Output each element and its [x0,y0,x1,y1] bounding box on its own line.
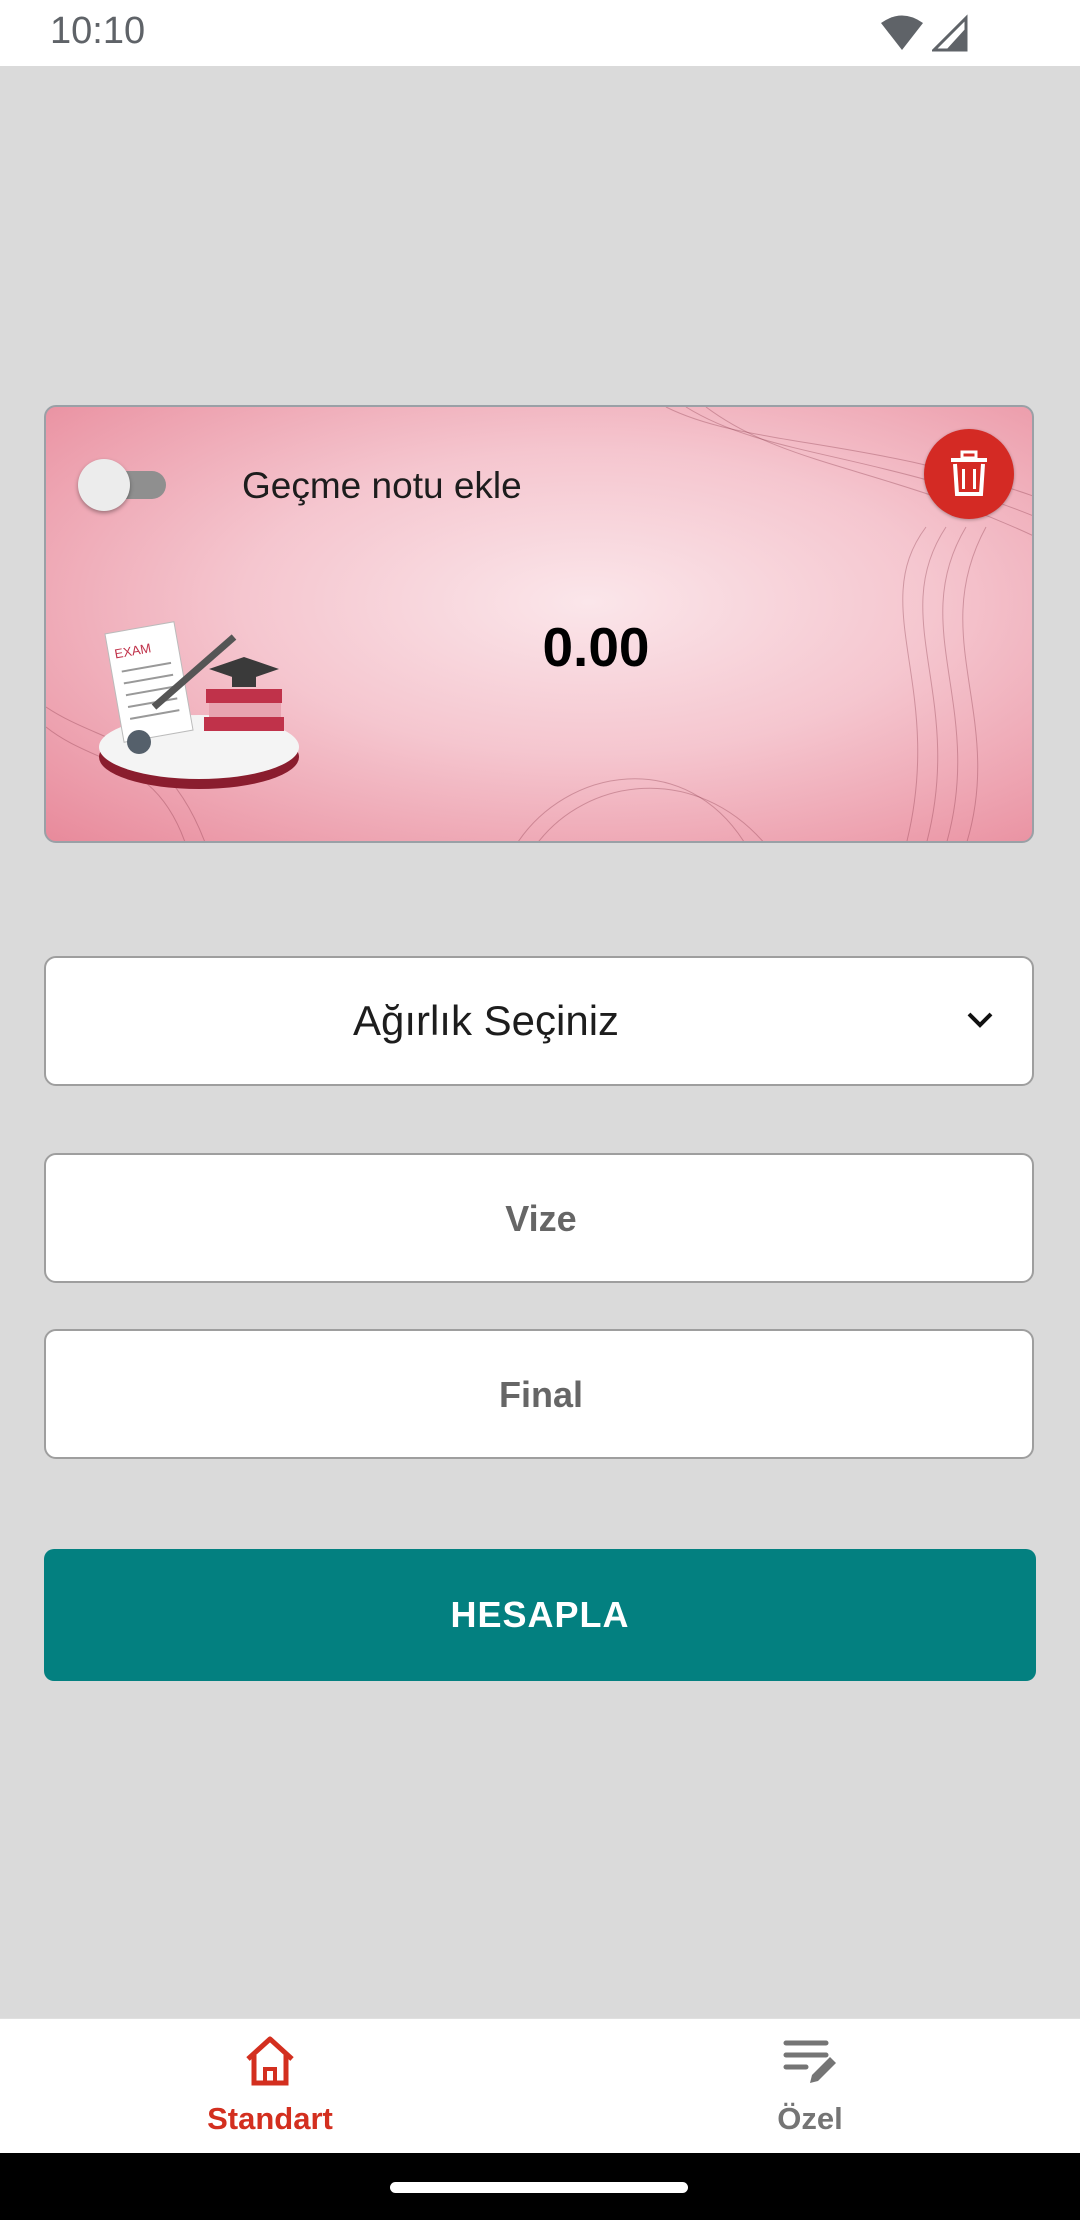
grade-card: Geçme notu ekle 0.00 EXAM [44,405,1034,843]
weight-select[interactable]: Ağırlık Seçiniz [44,956,1034,1086]
passing-grade-toggle[interactable] [78,459,168,511]
toggle-thumb [78,459,130,511]
calculate-button[interactable]: HESAPLA [44,1549,1036,1681]
result-value: 0.00 [542,616,650,678]
final-field [44,1329,1036,1459]
edit-list-icon [783,2040,836,2083]
nav-item-ozel[interactable]: Özel [540,2019,1080,2154]
exam-illustration: EXAM [99,621,299,789]
delete-button[interactable] [924,429,1014,519]
home-icon [246,2036,294,2086]
cellular-signal-icon [932,14,968,52]
status-time: 10:10 [50,10,146,52]
passing-grade-label: Geçme notu ekle [242,465,522,506]
weight-select-value: Ağırlık Seçiniz [352,997,620,1044]
nav-label-standart: Standart [207,2101,333,2136]
final-input[interactable] [46,1331,1036,1459]
chevron-down-icon [967,1012,993,1028]
status-icons [880,14,968,52]
home-gesture-handle[interactable] [390,2182,688,2193]
system-navigation-bar [0,2153,1080,2220]
midterm-input[interactable] [46,1155,1036,1283]
status-bar: 10:10 [0,0,1080,66]
midterm-field [44,1153,1036,1283]
trash-icon [951,450,987,496]
nav-item-standart[interactable]: Standart [0,2019,540,2154]
bottom-nav: Standart Özel [0,2018,1080,2154]
wifi-icon [881,15,923,50]
nav-label-ozel: Özel [777,2101,843,2136]
